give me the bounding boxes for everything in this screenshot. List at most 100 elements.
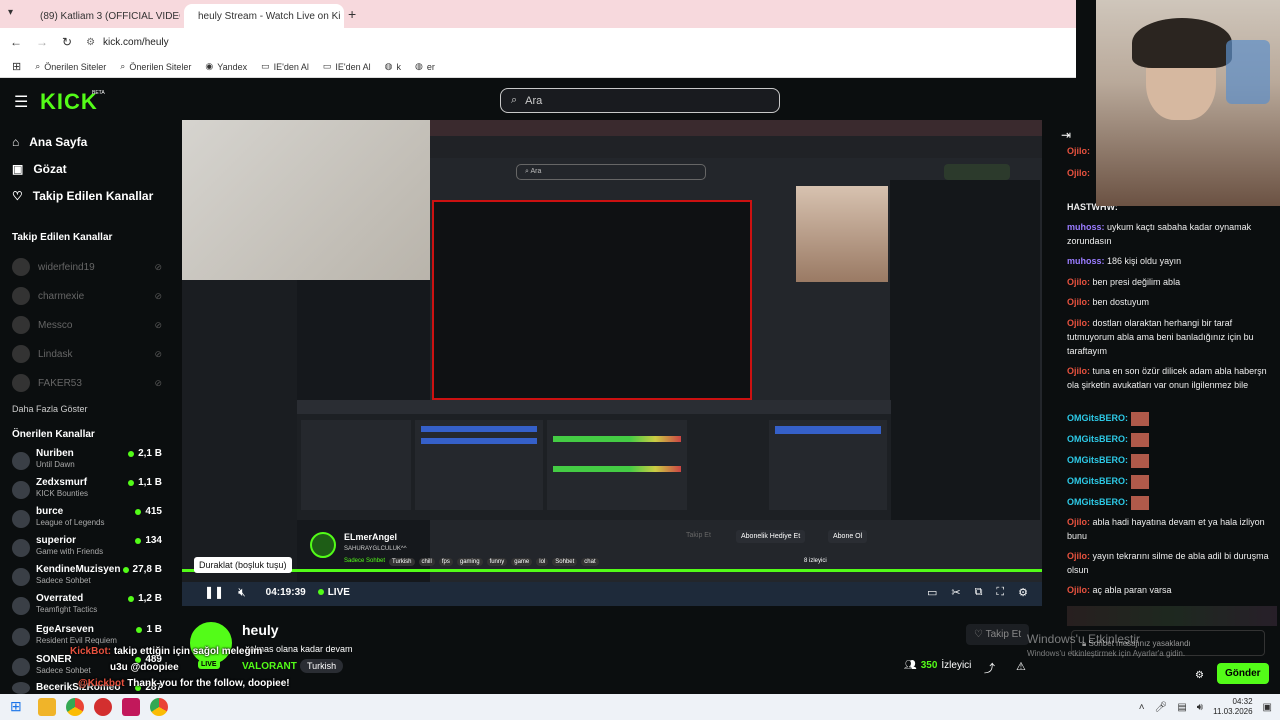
app-icon[interactable] xyxy=(122,698,140,716)
offline-icon: ⊘ xyxy=(154,290,162,301)
recommended-channel[interactable]: Zedxsmurf KICK Bounties 1,1 B xyxy=(12,477,162,505)
report-icon[interactable]: ⚠ xyxy=(1016,660,1026,673)
fullscreen-icon[interactable]: ⛶ xyxy=(996,586,1004,599)
clock[interactable]: 04:32 11.03.2026 xyxy=(1213,697,1252,717)
mic-icon[interactable]: 🎤︎ xyxy=(1155,702,1168,713)
language-tag[interactable]: Turkish xyxy=(300,659,344,673)
chrome-icon[interactable] xyxy=(66,698,84,716)
volume-icon[interactable]: 🔊︎ xyxy=(1197,702,1203,713)
globe-icon: ◍ xyxy=(384,61,393,71)
live-dot-icon xyxy=(135,537,142,544)
tab-list-icon[interactable]: ▾ xyxy=(8,7,13,18)
followed-channel[interactable]: charmexie ⊘ xyxy=(12,287,162,305)
share-icon[interactable]: ⤴ xyxy=(984,660,995,676)
avatar xyxy=(12,568,30,586)
chat-message: Ojilo: yayın tekrarını silme de abla adi… xyxy=(1067,551,1269,575)
bookmark[interactable]: ◍ k xyxy=(385,61,401,72)
bookmark[interactable]: ⌕ Önerilen Siteler xyxy=(120,61,191,72)
video-player[interactable]: ⌕ Ara ELmerAngel SAHURAYGLCULUK^^ Sadece… xyxy=(182,120,1042,606)
show-more-link[interactable]: Daha Fazla Göster xyxy=(12,404,88,414)
kick-logo[interactable]: KICK xyxy=(40,89,98,115)
chat-message: Ojilo: abla hadi hayatına devam et ya ha… xyxy=(1067,517,1265,541)
inner-button xyxy=(944,164,1010,180)
home-icon: ⌂ xyxy=(12,135,20,149)
avatar xyxy=(12,287,30,305)
file-explorer-icon[interactable] xyxy=(38,698,56,716)
emote-bar[interactable] xyxy=(1067,606,1277,626)
bookmarks-bar: ⊞ ⌕ Önerilen Siteler ⌕ Önerilen Siteler ◉ Y… xyxy=(0,56,1076,78)
follow-button[interactable]: ♡ Takip Et xyxy=(966,624,1030,645)
streamer-avatar[interactable] xyxy=(190,622,232,664)
nav-browse[interactable]: ▣ Gözat xyxy=(12,162,67,176)
chat-panel: ⇥ Ojilo: Ojilo: HASTWHW: muhoss: uykum k… xyxy=(1043,120,1280,694)
pause-tooltip: Duraklat (boşluk tuşu) xyxy=(194,557,292,573)
bookmark[interactable]: ▭ IE'den Al xyxy=(323,61,371,72)
live-indicator: LIVE xyxy=(317,587,350,598)
back-icon[interactable]: ← xyxy=(10,35,22,49)
obs-panel xyxy=(415,420,543,510)
chat-message: OMGitsBERO: xyxy=(1067,453,1277,468)
recommended-channel[interactable]: Nuriben Until Dawn 2,1 B xyxy=(12,448,162,476)
collapse-chat-icon[interactable]: ⇥ xyxy=(1061,128,1071,142)
reload-icon[interactable]: ↻ xyxy=(62,35,72,49)
search-icon: ⌕ xyxy=(35,61,41,71)
windows-start-icon[interactable]: ⊞ xyxy=(10,698,28,716)
network-icon[interactable]: ▤ xyxy=(1177,702,1186,713)
offline-icon: ⊘ xyxy=(154,377,162,388)
nav-following[interactable]: ♡ Takip Edilen Kanallar xyxy=(12,189,153,203)
settings-icon[interactable]: ⚙ xyxy=(1018,586,1028,599)
emote-image xyxy=(1130,411,1149,426)
bookmark[interactable]: ▭ IE'den Al xyxy=(261,61,309,72)
followed-channel[interactable]: Lindask ⊘ xyxy=(12,345,162,363)
chat-message: Ojilo: ben dostuyum xyxy=(1067,297,1150,307)
poster-shape xyxy=(1226,40,1270,104)
streamer-name[interactable]: heuly xyxy=(242,622,279,638)
progress-bar[interactable] xyxy=(182,569,1042,572)
theater-icon[interactable]: ▭ xyxy=(927,586,937,599)
recommended-channel[interactable]: superior Game with Friends 134 xyxy=(12,535,162,563)
address-bar[interactable]: kick.com/heuly xyxy=(103,37,169,48)
stream-category[interactable]: VALORANT xyxy=(242,661,297,672)
bookmark[interactable]: ◉ Yandex xyxy=(205,61,247,72)
heart-icon: ♡ xyxy=(974,629,986,640)
chat-settings-icon[interactable]: ⚙ xyxy=(1195,670,1204,681)
notification-icon[interactable]: ▣ xyxy=(1263,702,1272,713)
send-button[interactable]: Gönder xyxy=(1217,663,1269,684)
forward-icon[interactable]: → xyxy=(36,35,48,49)
recommended-channel[interactable]: burce League of Legends 415 xyxy=(12,506,162,534)
bookmark[interactable]: ⌕ Önerilen Siteler xyxy=(35,61,106,72)
obs-audio-mixer xyxy=(547,420,687,510)
chrome-icon[interactable] xyxy=(150,698,168,716)
app-icon[interactable] xyxy=(94,698,112,716)
menu-icon[interactable]: ☰ xyxy=(14,92,28,112)
followed-channel[interactable]: FAKER53 ⊘ xyxy=(12,374,162,392)
apps-icon[interactable]: ⊞ xyxy=(12,60,21,73)
avatar xyxy=(12,658,30,676)
mute-icon[interactable]: 🔇︎ xyxy=(238,585,246,600)
avatar xyxy=(12,539,30,557)
nav-home[interactable]: ⌂ Ana Sayfa xyxy=(12,135,87,149)
viewers-icon: 👥︎ xyxy=(904,660,917,671)
globe-icon: ◍ xyxy=(414,61,423,71)
bookmark[interactable]: ◍ er xyxy=(415,61,435,72)
pause-icon[interactable]: ❚❚ xyxy=(204,585,224,599)
tab-youtube[interactable]: (89) Katliam 3 (OFFICIAL VIDEO ✕ xyxy=(26,4,180,28)
search-input[interactable]: ⌕ Ara xyxy=(500,88,780,113)
tray-arrow-icon[interactable]: ˄ xyxy=(1139,702,1145,713)
emote-image xyxy=(1130,432,1149,447)
followed-channel[interactable]: Messco ⊘ xyxy=(12,316,162,334)
recommended-channel[interactable]: Overrated Teamfight Tactics 1,2 B xyxy=(12,593,162,621)
inner-streamer-name: ELmerAngel xyxy=(344,532,398,542)
chat-message: muhoss: 186 kişi oldu yayın xyxy=(1067,256,1182,266)
tab-title: heuly Stream - Watch Live on Ki xyxy=(198,10,341,22)
new-tab-icon[interactable]: + xyxy=(348,6,356,22)
heart-icon: ♡ xyxy=(12,189,23,203)
site-info-icon[interactable]: ⚙ xyxy=(86,37,95,48)
tab-kick[interactable]: heuly Stream - Watch Live on Ki ✕ xyxy=(184,4,344,28)
live-dot-icon xyxy=(128,450,135,457)
recommended-channel[interactable]: KendineMuzisyen Sadece Sohbet 27,8 B xyxy=(12,564,162,592)
clip-icon[interactable]: ✂ xyxy=(951,586,960,599)
pip-icon[interactable]: ⧉ xyxy=(975,586,983,599)
windows-activation-sub: Windows'u etkinleştirmek için Ayarlar'a … xyxy=(1027,649,1186,658)
followed-channel[interactable]: widerfeind19 ⊘ xyxy=(12,258,162,276)
